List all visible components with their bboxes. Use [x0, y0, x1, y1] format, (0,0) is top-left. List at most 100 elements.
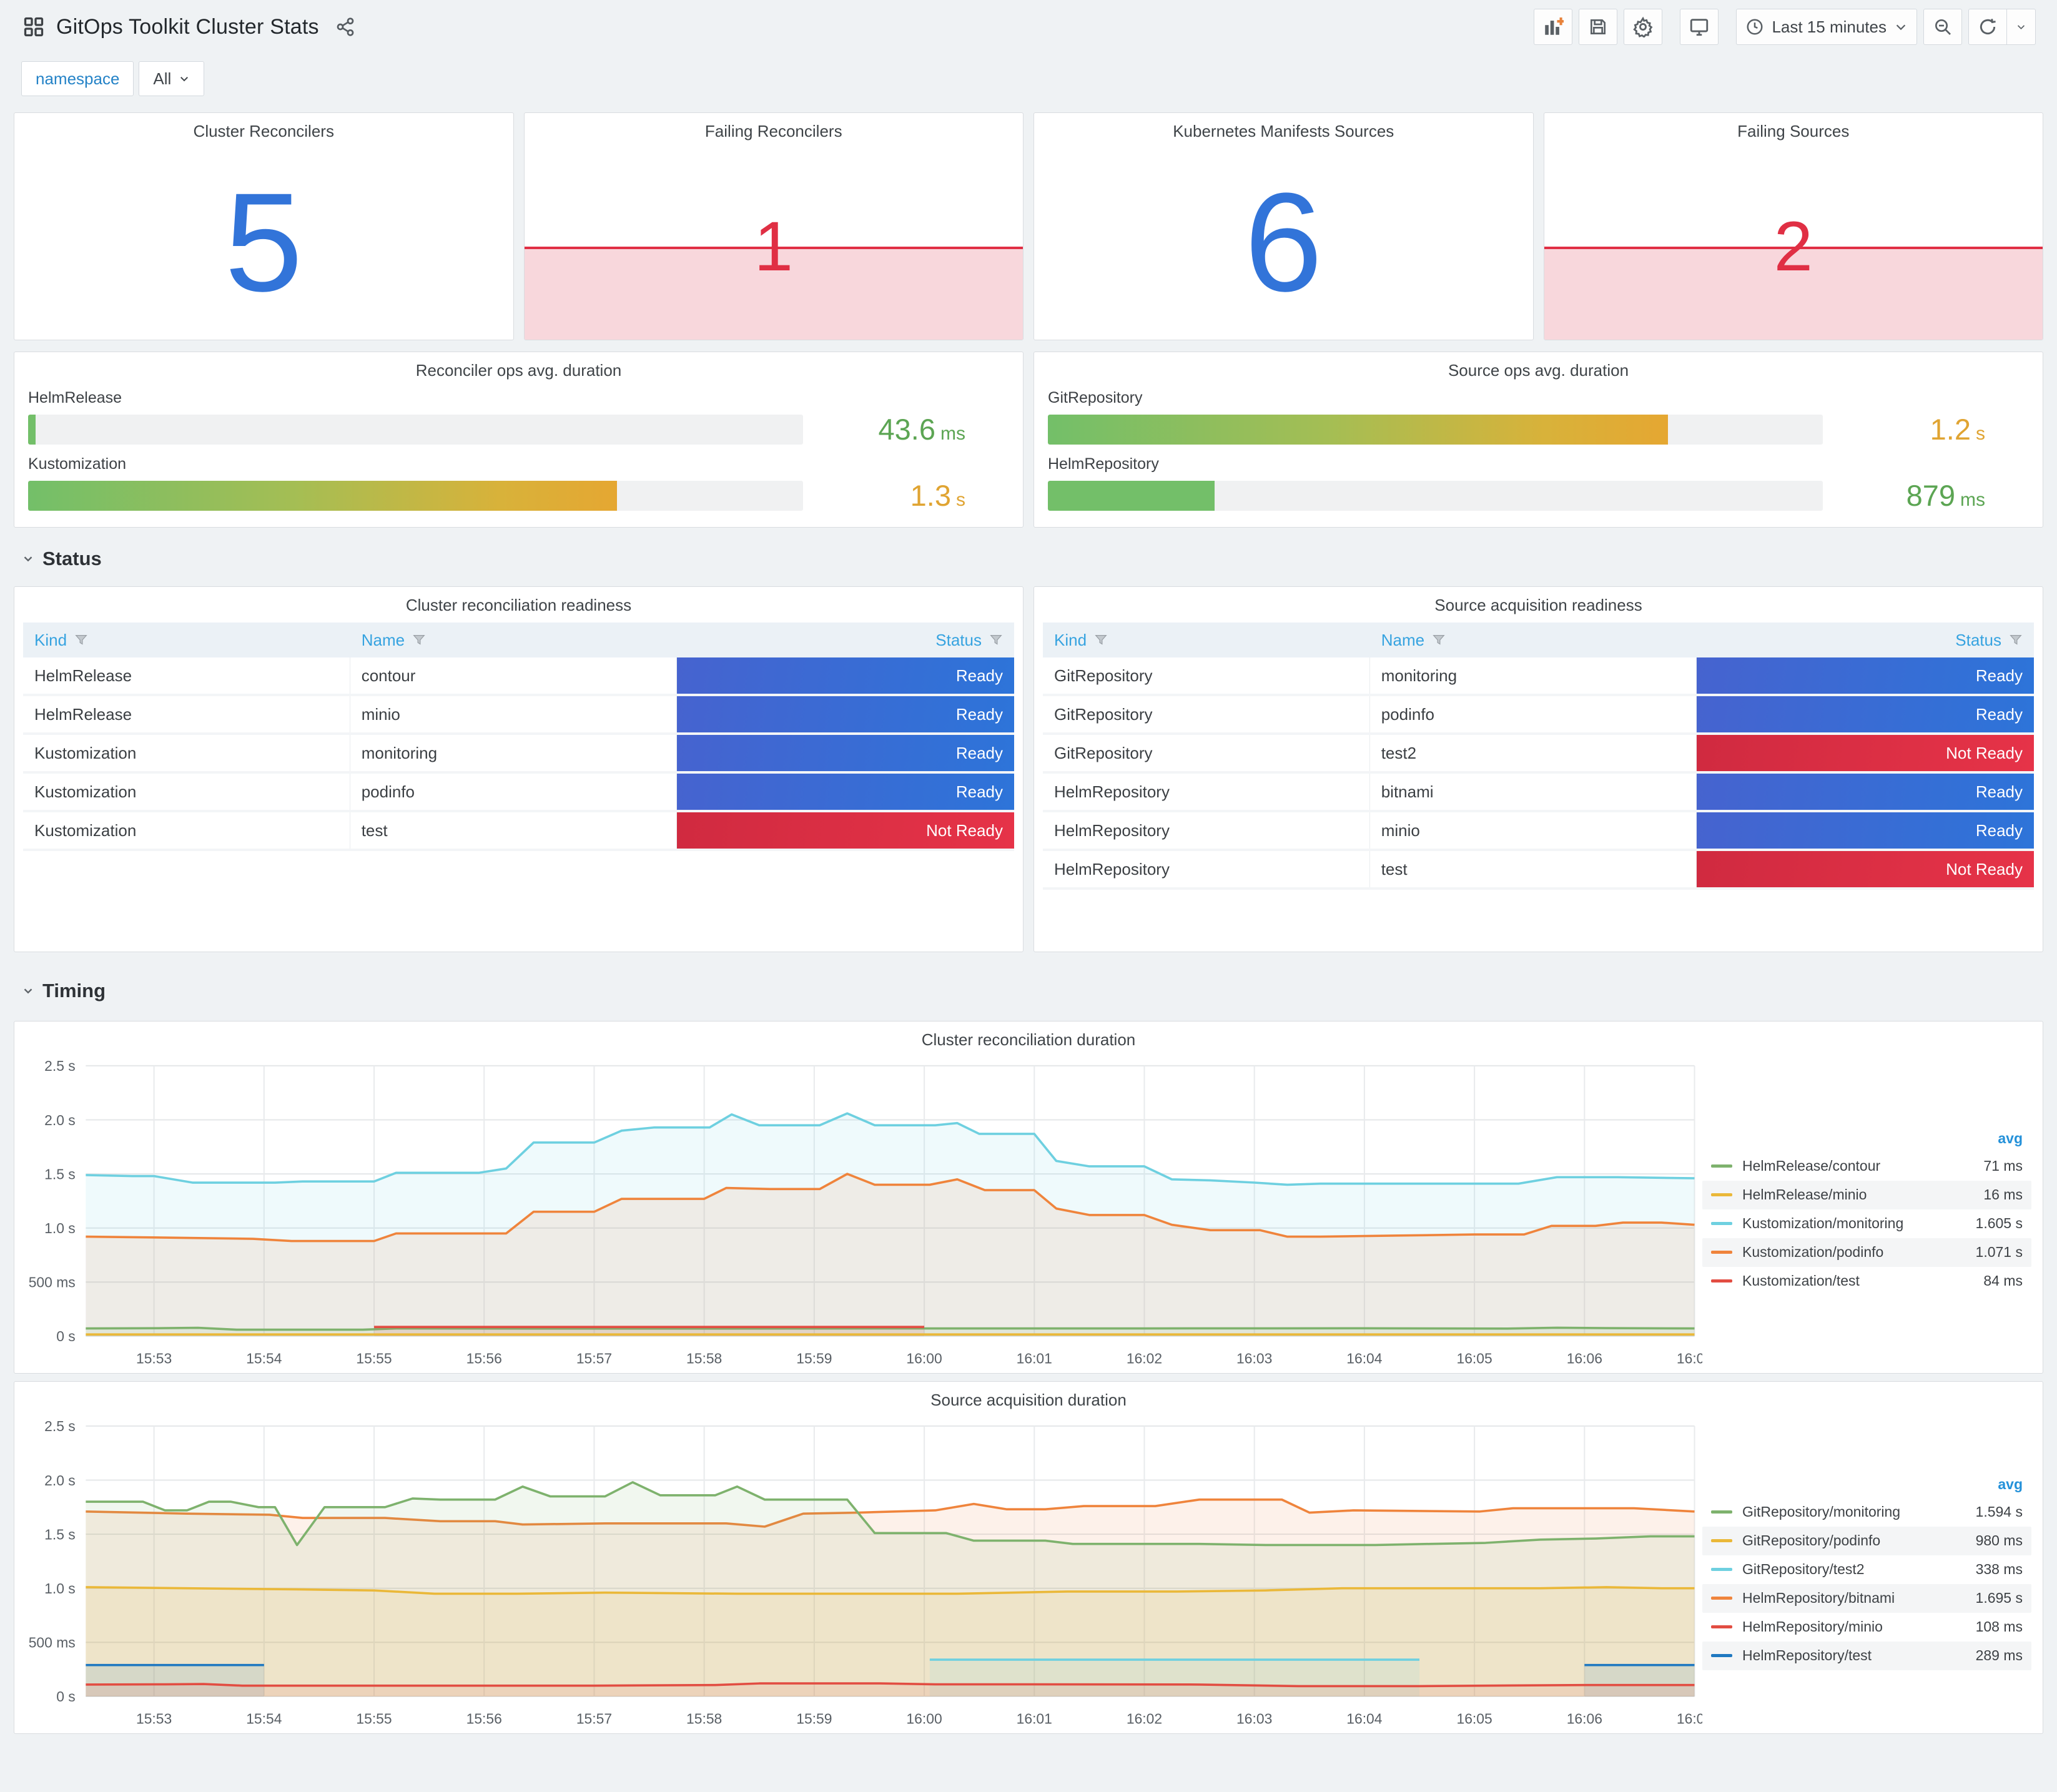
- time-range-picker[interactable]: Last 15 minutes: [1736, 9, 1917, 45]
- x-axis-tick: 16:03: [1236, 1350, 1272, 1366]
- legend-avg-header[interactable]: avg: [1702, 1128, 2031, 1152]
- name-cell: podinfo: [350, 774, 678, 810]
- gauge-value-number: 43.6: [878, 413, 935, 446]
- gauge-value-number: 1.2: [1930, 413, 1971, 446]
- panel-title: Cluster reconciliation readiness: [405, 596, 632, 614]
- chart-body: 0 s 500 ms 1.0 s 1.5 s 2.0 s 2.5 s 15:53 15:54 1…: [14, 1050, 2043, 1373]
- table-row: HelmRepository bitnami Ready: [1043, 774, 2034, 812]
- stat-value: 5: [224, 163, 303, 321]
- gauge-label: GitRepository: [1048, 389, 1143, 406]
- legend-series-name: HelmRepository/minio: [1742, 1618, 1883, 1635]
- refresh-interval-dropdown[interactable]: [2007, 9, 2036, 45]
- y-axis-tick: 2.0 s: [44, 1112, 76, 1128]
- x-axis-tick: 16:02: [1127, 1710, 1162, 1726]
- table-row: GitRepository test2 Not Ready: [1043, 735, 2034, 774]
- filter-funnel-icon[interactable]: [412, 633, 426, 647]
- reconciler-ops-gauge-panel: Reconciler ops avg. duration HelmRelease…: [14, 352, 1024, 528]
- legend-avg-value: 1.594 s: [1975, 1504, 2023, 1520]
- legend-item[interactable]: Kustomization/podinfo 1.071 s: [1702, 1238, 2031, 1267]
- legend-item[interactable]: Kustomization/monitoring 1.605 s: [1702, 1209, 2031, 1238]
- status-badge: Not Ready: [1697, 851, 2034, 887]
- zoom-out-button[interactable]: [1923, 9, 1962, 45]
- readiness-tables-row: Cluster reconciliation readiness Kind Nam…: [14, 586, 2043, 952]
- column-header-status[interactable]: Status: [1697, 623, 2034, 657]
- status-badge: Ready: [677, 696, 1014, 732]
- namespace-variable-label[interactable]: namespace: [21, 61, 134, 96]
- save-dashboard-button[interactable]: [1579, 9, 1618, 45]
- gauge-value-unit: ms: [940, 423, 965, 444]
- source-readiness-table-panel: Source acquisition readiness Kind Name Sta…: [1033, 586, 2043, 952]
- stat-title: Failing Sources: [1737, 122, 1850, 140]
- gauge-fill: [28, 480, 618, 511]
- status-cell: Ready: [677, 735, 1014, 771]
- legend-item[interactable]: Kustomization/test 84 ms: [1702, 1267, 2031, 1296]
- namespace-selected-value: All: [153, 69, 172, 88]
- name-cell: monitoring: [1369, 657, 1697, 694]
- tv-kiosk-icon[interactable]: [1680, 9, 1719, 45]
- column-header-kind[interactable]: Kind: [23, 623, 350, 657]
- legend-item[interactable]: GitRepository/monitoring 1.594 s: [1702, 1498, 2031, 1527]
- kind-cell: GitRepository: [1043, 657, 1370, 694]
- legend-series-name: GitRepository/monitoring: [1742, 1504, 1901, 1520]
- cluster-readiness-table-panel: Cluster reconciliation readiness Kind Nam…: [14, 586, 1024, 952]
- y-axis-tick: 1.5 s: [44, 1166, 76, 1182]
- table-row: GitRepository monitoring Ready: [1043, 657, 2034, 696]
- name-cell: monitoring: [350, 735, 678, 771]
- x-axis-tick: 15:57: [576, 1350, 612, 1366]
- share-icon[interactable]: [335, 17, 355, 37]
- legend-item[interactable]: HelmRelease/minio 16 ms: [1702, 1180, 2031, 1209]
- time-series-plot[interactable]: 0 s 500 ms 1.0 s 1.5 s 2.0 s 2.5 s 15:53 15:54 1…: [14, 1050, 1702, 1373]
- kind-cell: Kustomization: [23, 774, 350, 810]
- legend-item[interactable]: HelmRepository/bitnami 1.695 s: [1702, 1583, 2031, 1613]
- x-axis-tick: 16:01: [1017, 1350, 1052, 1366]
- add-panel-button[interactable]: [1534, 9, 1573, 45]
- timing-section-header[interactable]: Timing: [21, 980, 2043, 1002]
- gauge-value-number: 879: [1906, 479, 1955, 512]
- table-row: Kustomization podinfo Ready: [23, 774, 1014, 812]
- legend-color-dash: [1711, 1251, 1732, 1254]
- page-title: GitOps Toolkit Cluster Stats: [56, 14, 319, 39]
- column-header-status[interactable]: Status: [677, 623, 1014, 657]
- time-series-plot[interactable]: 0 s 500 ms 1.0 s 1.5 s 2.0 s 2.5 s 15:53 15:54 1…: [14, 1410, 1702, 1733]
- filter-funnel-icon[interactable]: [1094, 633, 1108, 647]
- x-axis-tick: 15:54: [246, 1710, 282, 1726]
- gauge-value: 1.3 s: [803, 478, 1009, 513]
- legend-item[interactable]: HelmRepository/test 289 ms: [1702, 1641, 2031, 1670]
- filter-funnel-icon[interactable]: [989, 633, 1003, 647]
- settings-gear-icon[interactable]: [1624, 9, 1663, 45]
- status-badge: Ready: [677, 657, 1014, 694]
- source-ops-gauge-panel: Source ops avg. duration GitRepository 1.…: [1033, 352, 2043, 528]
- x-axis-tick: 15:53: [136, 1350, 172, 1366]
- x-axis-tick: 16:00: [906, 1710, 942, 1726]
- legend-item[interactable]: HelmRelease/contour 71 ms: [1702, 1152, 2031, 1181]
- y-axis-tick: 0 s: [56, 1328, 76, 1344]
- namespace-variable-value[interactable]: All: [139, 61, 205, 96]
- name-cell: test2: [1369, 735, 1697, 771]
- apps-grid-icon[interactable]: [22, 16, 45, 38]
- column-header-name[interactable]: Name: [1370, 623, 1697, 657]
- gauge-rows: GitRepository 1.2 s HelmRepository 879 ms: [1048, 389, 2029, 513]
- status-section-header[interactable]: Status: [21, 548, 2043, 570]
- header-left: GitOps Toolkit Cluster Stats: [22, 15, 355, 39]
- filter-funnel-icon[interactable]: [1432, 633, 1446, 647]
- dashboard-header: GitOps Toolkit Cluster Stats Last 15 min…: [14, 0, 2043, 45]
- x-axis-tick: 15:55: [356, 1710, 392, 1726]
- status-cell: Not Ready: [1697, 735, 2034, 771]
- legend-item[interactable]: GitRepository/podinfo 980 ms: [1702, 1526, 2031, 1555]
- panel-title: Cluster reconciliation duration: [921, 1030, 1136, 1049]
- filter-funnel-icon[interactable]: [74, 633, 88, 647]
- column-header-label: Status: [935, 630, 982, 649]
- filter-funnel-icon[interactable]: [2009, 633, 2023, 647]
- column-header-kind[interactable]: Kind: [1043, 623, 1370, 657]
- gauge-track: [28, 414, 803, 445]
- status-badge: Ready: [1697, 696, 2034, 732]
- legend-item[interactable]: GitRepository/test2 338 ms: [1702, 1555, 2031, 1584]
- legend-item[interactable]: HelmRepository/minio 108 ms: [1702, 1613, 2031, 1642]
- y-axis-tick: 500 ms: [29, 1635, 76, 1651]
- dashboard-page: GitOps Toolkit Cluster Stats Last 15 min…: [0, 0, 2057, 1734]
- legend-avg-header[interactable]: avg: [1702, 1474, 2031, 1498]
- legend-avg-value: 1.605 s: [1975, 1215, 2023, 1231]
- legend-series-name: Kustomization/podinfo: [1742, 1244, 1884, 1260]
- column-header-name[interactable]: Name: [350, 623, 678, 657]
- refresh-button[interactable]: [1968, 9, 2007, 45]
